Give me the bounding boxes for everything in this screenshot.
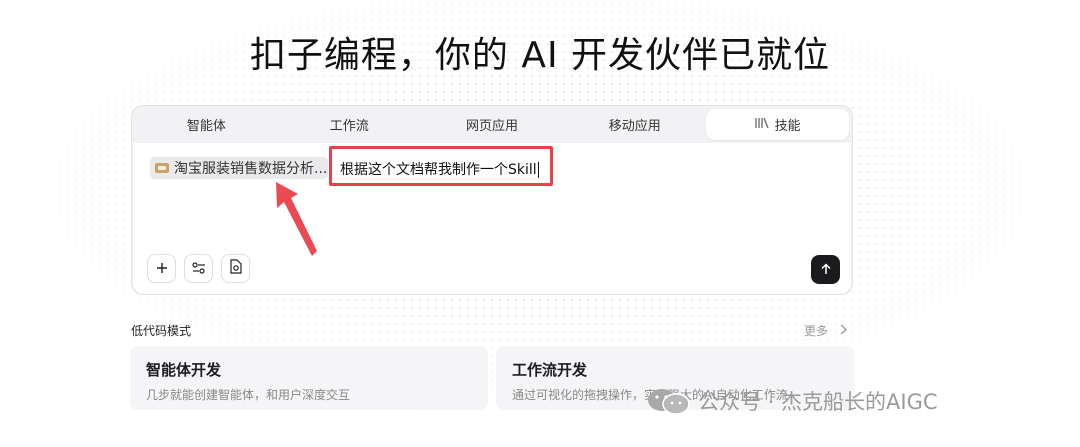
mode-tabs: 智能体 工作流 网页应用 移动应用 技能 [132,106,852,142]
highlight-annotation-box [329,146,553,186]
chevron-right-icon [840,324,847,338]
tab-agent[interactable]: 智能体 [135,109,278,140]
send-button[interactable] [811,255,840,284]
add-button[interactable] [147,254,176,283]
attached-file-chip[interactable]: 淘宝服装销售数据分析... [150,157,328,179]
composer-panel: 智能体 工作流 网页应用 移动应用 技能 淘宝服装销售数据分析... 根据这个文… [131,105,853,295]
lowcode-section-title: 低代码模式 [131,324,192,338]
card-title: 工作流开发 [512,361,588,379]
tab-workflow[interactable]: 工作流 [278,109,421,140]
tab-label: 智能体 [186,119,226,134]
tab-web-app[interactable]: 网页应用 [421,109,564,140]
red-arrow-annotation [276,182,317,256]
attached-file-name: 淘宝服装销售数据分析... [174,161,328,177]
tab-skills[interactable]: 技能 [706,109,849,140]
card-title: 智能体开发 [146,361,222,379]
more-label: 更多 [804,324,829,338]
spreadsheet-file-icon [155,163,169,173]
wechat-icon [646,386,692,416]
watermark: 公众号 · 杰克船长的AIGC [646,386,938,416]
tab-label: 工作流 [329,119,369,134]
settings-button[interactable] [184,254,213,283]
settings-sliders-icon [191,259,206,278]
tab-label: 移动应用 [608,119,661,134]
agent-dev-card[interactable]: 智能体开发 几步就能创建智能体，和用户深度交互 [130,346,488,410]
page-title: 扣子编程，你的 AI 开发伙伴已就位 [249,35,831,76]
tab-label: 网页应用 [465,119,518,134]
file-gear-icon [229,259,243,278]
more-link[interactable]: 更多 [804,322,847,339]
tab-mobile-app[interactable]: 移动应用 [563,109,706,140]
arrow-up-icon [820,260,832,279]
tab-label: 技能 [774,119,801,134]
plus-icon [156,259,168,278]
card-description: 几步就能创建智能体，和用户深度交互 [146,388,351,402]
file-tools-button[interactable] [221,254,250,283]
watermark-text: 公众号 · 杰克船长的AIGC [698,390,938,414]
books-icon [754,117,769,132]
